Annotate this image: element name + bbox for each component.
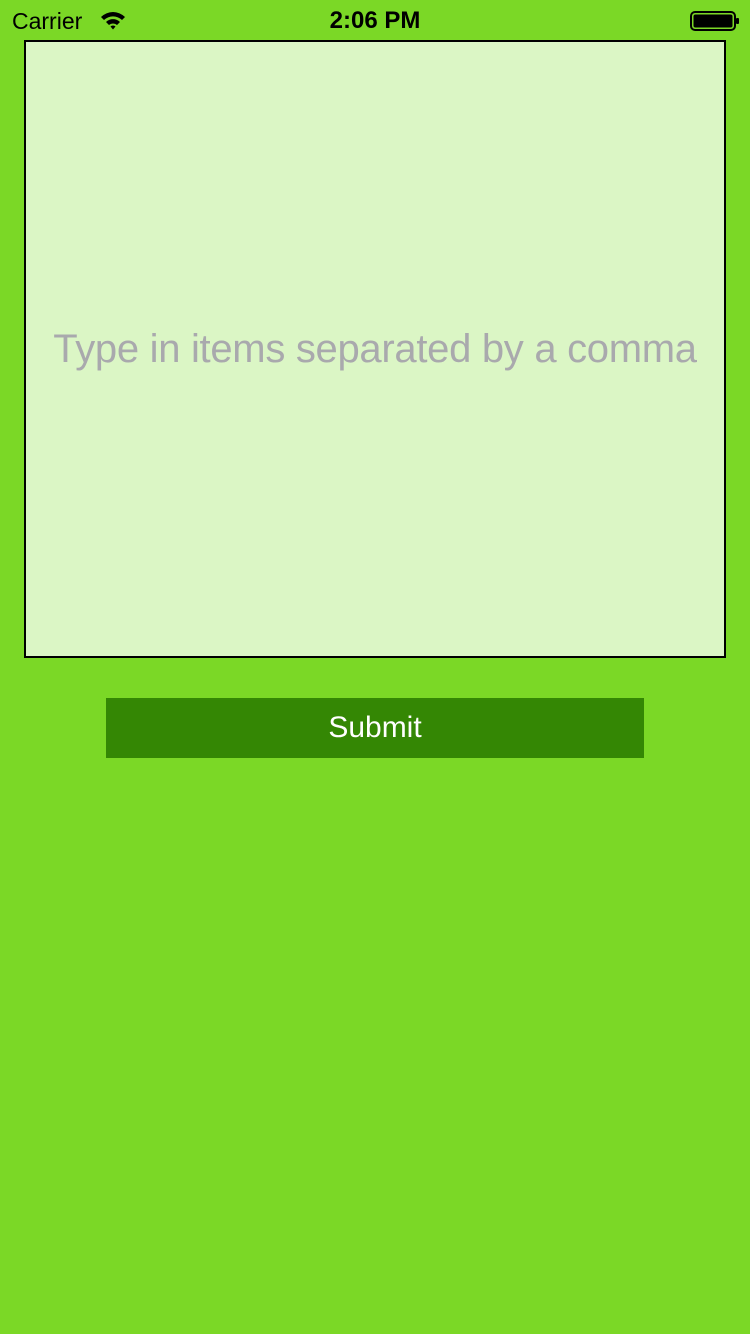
submit-button-label: Submit bbox=[328, 711, 422, 744]
battery-icon bbox=[690, 11, 739, 31]
status-bar: Carrier 2:06 PM bbox=[0, 0, 750, 40]
status-time: 2:06 PM bbox=[329, 7, 421, 34]
submit-button[interactable]: Submit bbox=[106, 698, 644, 758]
textarea-placeholder: Type in items separated by a comma bbox=[53, 326, 697, 371]
items-textarea[interactable]: Type in items separated by a comma bbox=[24, 40, 726, 658]
